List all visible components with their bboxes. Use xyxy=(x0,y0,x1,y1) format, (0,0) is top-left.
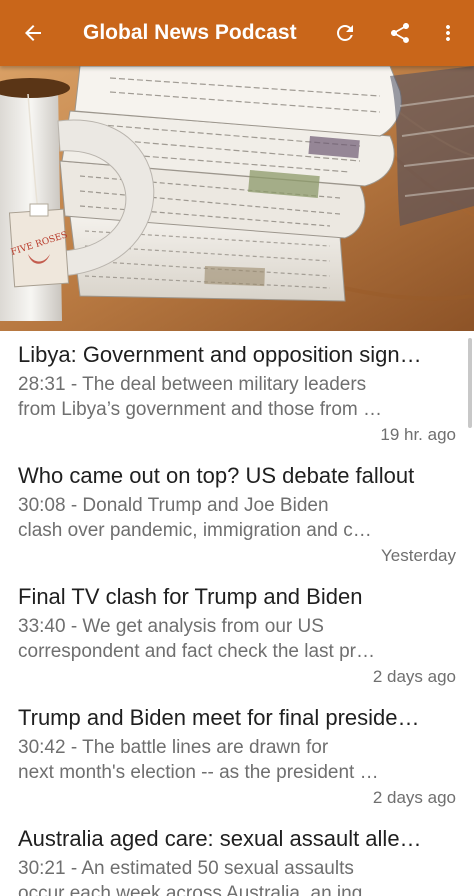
episode-description-line: correspondent and fact check the last pr… xyxy=(18,641,375,662)
overflow-menu-button[interactable] xyxy=(424,9,472,57)
episode-date: Yesterday xyxy=(381,546,456,565)
arrow-back-icon xyxy=(25,25,41,41)
toolbar: Global News Podcast xyxy=(0,0,474,66)
episode-description: 30:21 - An estimated 50 sexual assaults … xyxy=(18,856,418,896)
list-item[interactable]: Australia aged care: sexual assault alle… xyxy=(0,815,474,896)
back-button[interactable] xyxy=(9,9,57,57)
episode-description: 33:40 - We get analysis from our US corr… xyxy=(18,614,418,664)
list-item[interactable]: Trump and Biden meet for final preside… … xyxy=(0,694,474,815)
episode-description-line: clash over pandemic, immigration and c… xyxy=(18,520,372,541)
episode-title: Final TV clash for Trump and Biden xyxy=(18,584,363,609)
episode-description-line: 33:40 - We get analysis from our US xyxy=(18,616,324,637)
share-button[interactable] xyxy=(376,9,424,57)
episode-title: Libya: Government and opposition sign… xyxy=(18,342,422,367)
more-vert-icon xyxy=(446,25,450,41)
episode-description-line: 30:08 - Donald Trump and Joe Biden xyxy=(18,495,329,516)
refresh-button[interactable] xyxy=(321,9,369,57)
episode-title: Who came out on top? US debate fallout xyxy=(18,463,415,488)
episode-title: Australia aged care: sexual assault alle… xyxy=(18,826,422,851)
app-screen: Global News Podcast FIVE ROSES Libya: Go… xyxy=(0,0,474,896)
episode-description: 30:42 - The battle lines are drawn for n… xyxy=(18,735,418,785)
episode-list: Libya: Government and opposition sign… 2… xyxy=(0,331,474,896)
episode-description-line: 30:21 - An estimated 50 sexual assaults xyxy=(18,858,354,879)
episode-description: 28:31 - The deal between military leader… xyxy=(18,372,418,422)
episode-description-line: 28:31 - The deal between military leader… xyxy=(18,374,367,395)
episode-description-line: occur each week across Australia, an ing… xyxy=(18,883,382,896)
scrollbar[interactable] xyxy=(468,338,472,428)
episode-description-line: 30:42 - The battle lines are drawn for xyxy=(18,737,329,758)
episode-date: 19 hr. ago xyxy=(380,425,456,444)
episode-date: 2 days ago xyxy=(372,788,456,807)
share-icon xyxy=(391,23,409,43)
podcast-cover-image: FIVE ROSES xyxy=(0,66,474,331)
episode-description: 30:08 - Donald Trump and Joe Biden clash… xyxy=(18,493,418,543)
episode-title: Trump and Biden meet for final preside… xyxy=(18,705,420,730)
list-item[interactable]: Libya: Government and opposition sign… 2… xyxy=(0,331,474,452)
page-title: Global News Podcast xyxy=(83,21,297,44)
list-item[interactable]: Final TV clash for Trump and Biden 33:40… xyxy=(0,573,474,694)
episode-description-line: from Libya’s government and those from … xyxy=(18,399,382,420)
newspapers-tea-illustration: FIVE ROSES xyxy=(0,66,474,331)
refresh-icon xyxy=(337,25,353,41)
list-item[interactable]: Who came out on top? US debate fallout 3… xyxy=(0,452,474,573)
episode-description-line: next month's election -- as the presiden… xyxy=(18,762,379,783)
episode-date: 2 days ago xyxy=(372,667,456,686)
